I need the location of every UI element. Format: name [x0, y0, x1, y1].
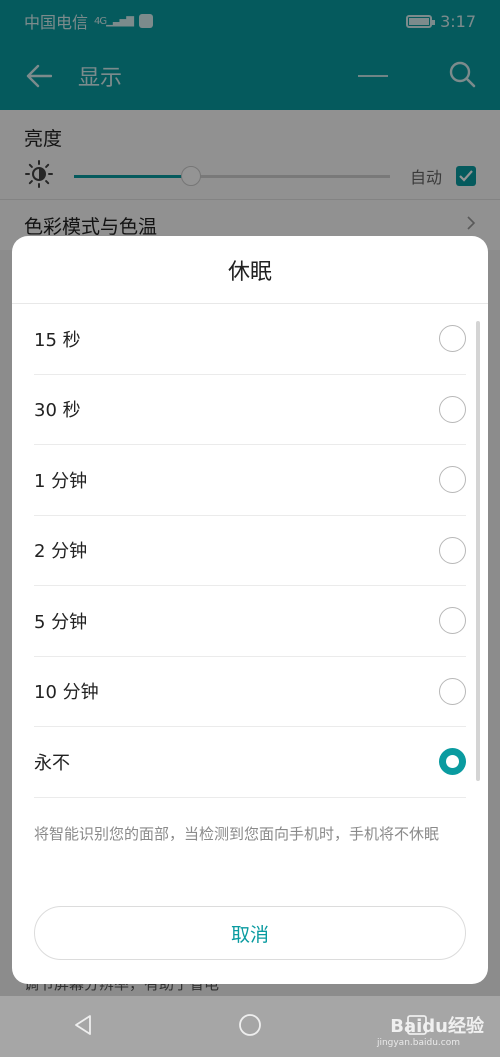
option-label: 永不 [34, 752, 70, 774]
option-label: 15 秒 [34, 329, 81, 351]
sleep-option-2min[interactable]: 2 分钟 [34, 516, 466, 586]
option-label: 5 分钟 [34, 611, 88, 633]
sleep-dialog: 休眠 15 秒 30 秒 1 分钟 2 分钟 5 分钟 10 分钟 永不 将智能… [12, 236, 488, 984]
face-detection-note: 将智能识别您的面部，当检测到您面向手机时，手机将不休眠 [34, 824, 440, 843]
watermark-logo: Baidu经验 [390, 1016, 484, 1037]
option-label: 1 分钟 [34, 470, 88, 492]
home-circle-icon[interactable] [238, 1013, 262, 1041]
radio-button-selected[interactable] [439, 748, 466, 776]
cancel-button[interactable]: 取消 [34, 906, 466, 960]
radio-button[interactable] [439, 677, 466, 705]
radio-button[interactable] [439, 325, 466, 353]
option-label: 2 分钟 [34, 541, 88, 563]
sleep-option-list: 15 秒 30 秒 1 分钟 2 分钟 5 分钟 10 分钟 永不 [12, 304, 488, 798]
radio-button[interactable] [439, 536, 466, 564]
radio-button[interactable] [439, 466, 466, 494]
radio-button[interactable] [439, 395, 466, 423]
sleep-option-30s[interactable]: 30 秒 [34, 375, 466, 445]
dialog-title: 休眠 [12, 236, 488, 304]
sleep-option-10min[interactable]: 10 分钟 [34, 657, 466, 727]
sleep-option-never[interactable]: 永不 [34, 727, 466, 798]
radio-button[interactable] [439, 607, 466, 635]
watermark-url: jingyan.baidu.com [376, 1038, 460, 1048]
back-triangle-icon[interactable] [72, 1014, 94, 1040]
dialog-scrollbar[interactable] [476, 321, 480, 781]
sleep-option-1min[interactable]: 1 分钟 [34, 445, 466, 516]
sleep-option-5min[interactable]: 5 分钟 [34, 586, 466, 657]
option-label: 10 分钟 [34, 682, 99, 704]
option-label: 30 秒 [34, 400, 81, 422]
sleep-option-15s[interactable]: 15 秒 [34, 304, 466, 375]
